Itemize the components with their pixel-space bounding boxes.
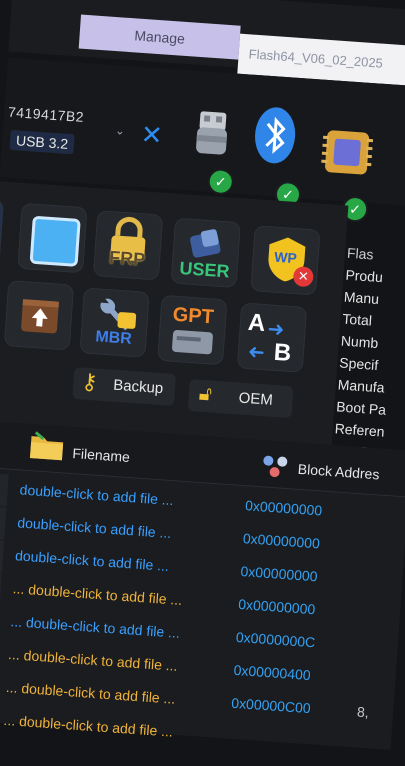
row-block-address: 0x00000000 xyxy=(240,563,319,585)
box-upload-icon xyxy=(21,299,59,334)
row-extra: 8, xyxy=(356,703,370,721)
arrow-right-icon: ➜ xyxy=(266,318,286,342)
bluetooth-icon xyxy=(255,107,296,164)
unlock-icon: 🔓︎ xyxy=(198,382,213,406)
column-filename[interactable]: Filename xyxy=(72,445,131,465)
chevron-down-icon[interactable]: ⌄ xyxy=(115,123,126,138)
error-icon: ✕ xyxy=(292,266,314,288)
device-serial: 7419417B2 xyxy=(7,103,85,125)
backup-label: Backup xyxy=(112,376,164,398)
backup-button[interactable]: ⚷ Backup xyxy=(72,366,177,406)
tool-user[interactable]: USER xyxy=(170,217,241,289)
mbr-label: MBR xyxy=(94,328,133,348)
partition-table: Filename Block Addres double-click to ad… xyxy=(0,419,405,750)
arrow-left-icon: ➜ xyxy=(247,341,266,365)
app-window: Manage Flash64_V06_02_2025 7419417B2 USB… xyxy=(0,0,405,750)
row-block-address: 0x00000000 xyxy=(237,595,316,618)
tab-manage[interactable]: Manage xyxy=(78,14,241,60)
tool-mbr[interactable]: MBR xyxy=(79,287,150,358)
tool-blank[interactable] xyxy=(17,202,88,274)
folder-icon xyxy=(29,431,64,461)
ab-a-label: A xyxy=(247,308,267,338)
row-checkbox-cell[interactable] xyxy=(0,504,7,540)
storage-icon xyxy=(190,229,221,258)
close-icon[interactable]: ✕ xyxy=(140,119,164,151)
square-icon xyxy=(29,215,81,267)
ab-b-label: B xyxy=(273,338,293,367)
key-icon: ⚷ xyxy=(80,368,99,395)
row-checkbox-cell[interactable] xyxy=(0,537,5,573)
frp-label: FRP xyxy=(108,247,146,270)
row-block-address: 0x00000C00 xyxy=(230,694,312,717)
row-block-address: 0x0000000C xyxy=(235,628,316,651)
usb-icon xyxy=(196,111,228,155)
row-block-address: 0x00000000 xyxy=(242,530,321,552)
tool-frp[interactable]: FRP xyxy=(92,210,164,281)
connection-type: USB 3.2 xyxy=(9,129,75,155)
tool-upload[interactable] xyxy=(3,280,75,351)
tool-partial[interactable] xyxy=(0,197,4,266)
blocks-icon xyxy=(263,455,288,478)
chip-icon xyxy=(321,130,374,175)
user-label: USER xyxy=(178,258,231,282)
tool-wp[interactable]: WP ✕ xyxy=(250,225,321,296)
drive-icon xyxy=(172,330,213,355)
row-filename[interactable]: double-click to add file ... xyxy=(19,481,230,512)
row-block-address: 0x00000000 xyxy=(244,497,323,519)
tool-ab-swap[interactable]: A B ➜ ➜ xyxy=(236,302,308,373)
gpt-label: GPT xyxy=(172,303,215,329)
tool-gpt[interactable]: GPT xyxy=(157,294,228,366)
row-checkbox-cell[interactable] xyxy=(0,570,2,606)
oem-label: OEM xyxy=(238,389,274,409)
tools-panel: FRP USER WP ✕ MBR GPT A B ➜ ➜ ⚷ Backup 🔓… xyxy=(0,180,349,446)
usb-status-check-icon: ✓ xyxy=(206,167,235,196)
column-block-address[interactable]: Block Addres xyxy=(297,461,380,483)
row-checkbox-cell[interactable] xyxy=(0,471,9,507)
row-block-address: 0x00000400 xyxy=(233,661,312,684)
oem-button[interactable]: 🔓︎ OEM xyxy=(187,379,294,419)
